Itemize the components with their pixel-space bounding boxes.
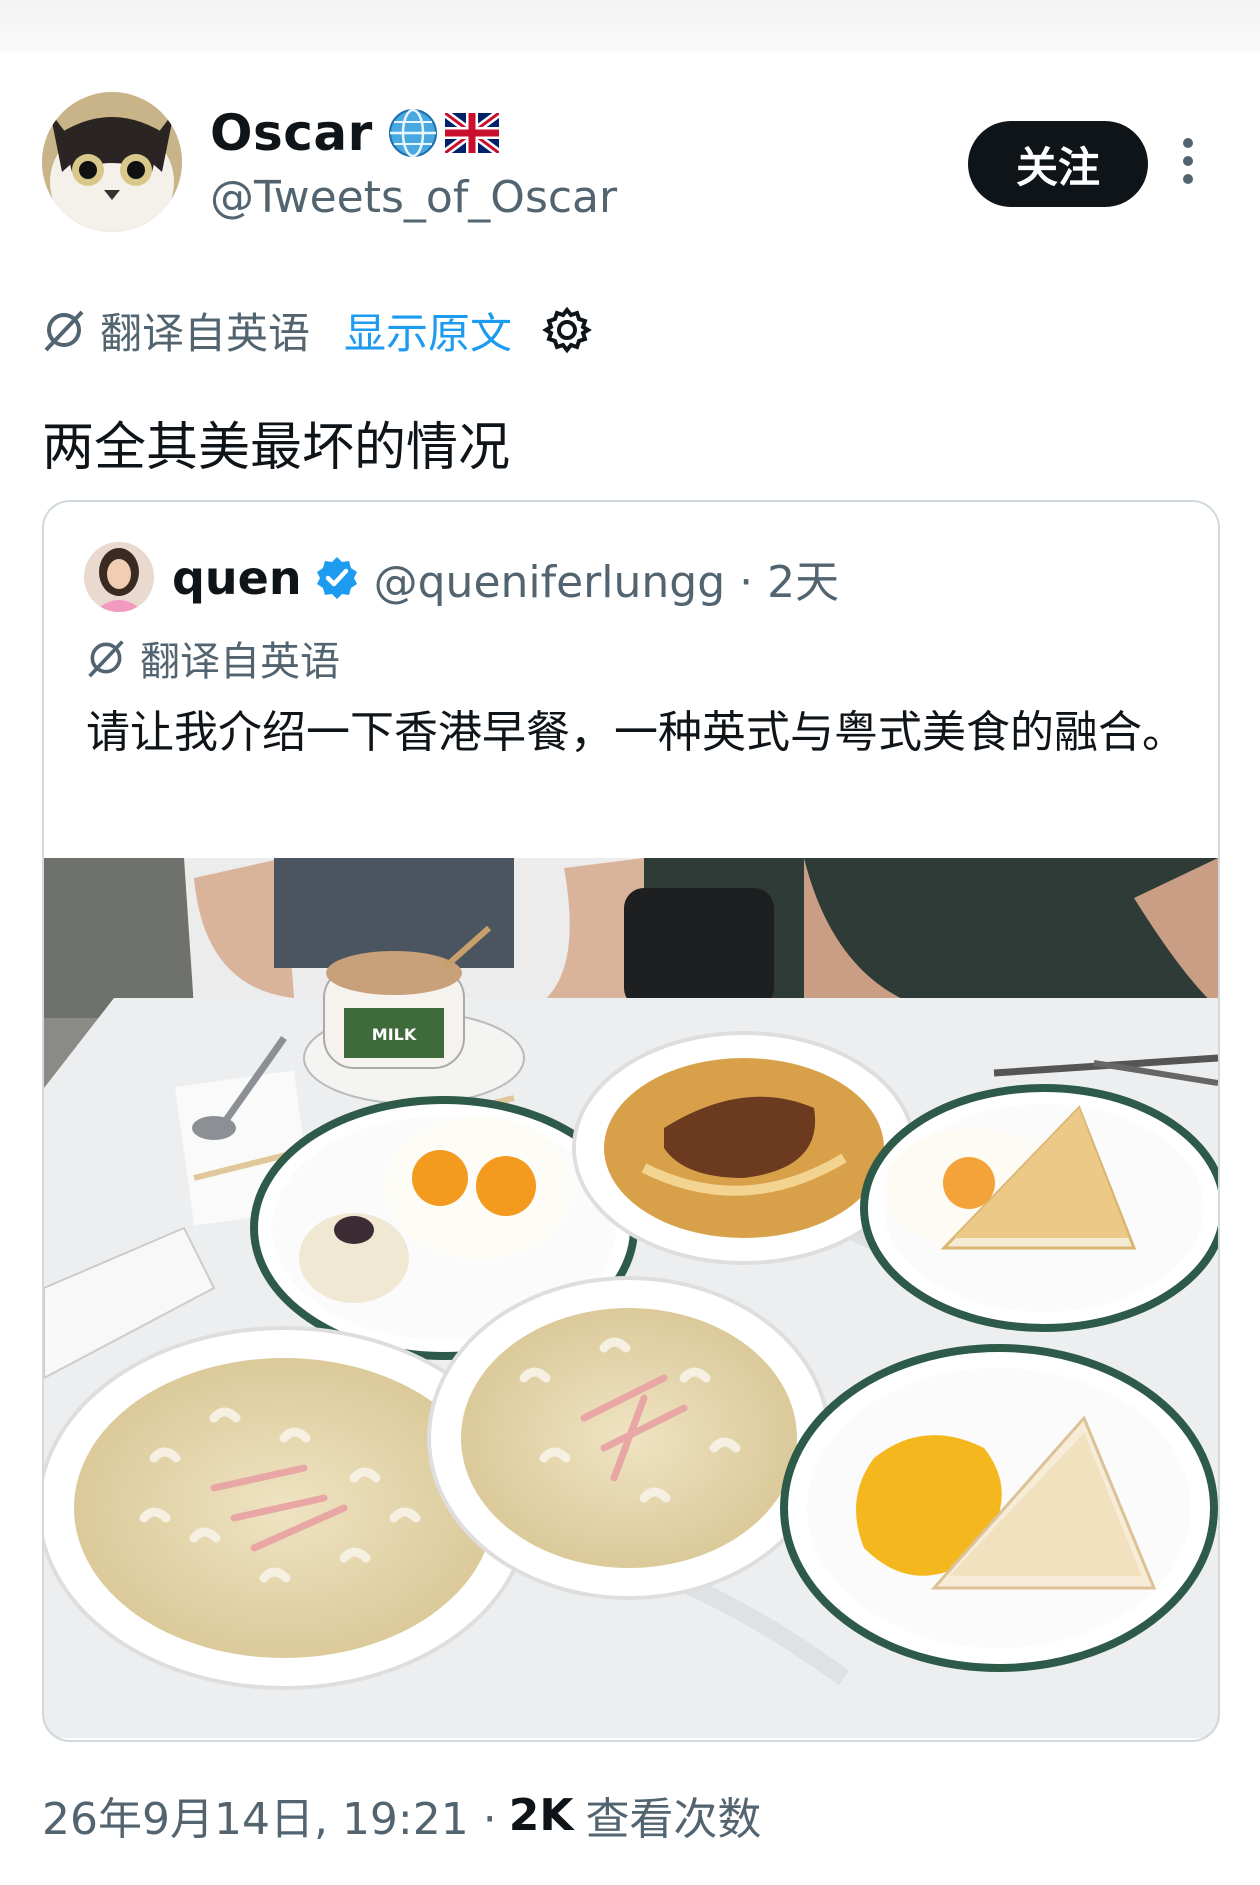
top-strip xyxy=(0,0,1260,52)
translate-icon xyxy=(44,310,84,352)
translation-bar: 翻译自英语 显示原文 xyxy=(42,300,592,360)
person-avatar-image xyxy=(84,542,154,612)
translate-icon xyxy=(88,640,124,678)
more-options-icon[interactable] xyxy=(1176,138,1200,188)
translated-from-label: 翻译自英语 xyxy=(100,308,311,358)
quote-name-row: quen @queniferlungg · 2天 xyxy=(172,546,839,610)
views-label: 查看次数 xyxy=(585,1794,762,1845)
cat-avatar-image xyxy=(42,92,182,232)
author-avatar[interactable] xyxy=(42,92,182,232)
gear-icon[interactable] xyxy=(542,305,592,355)
quoted-tweet-card[interactable]: quen @queniferlungg · 2天 翻译自英语 请让我介绍一下香港… xyxy=(42,500,1220,1742)
author-name-row: Oscar xyxy=(210,98,499,168)
quote-text: 请让我介绍一下香港早餐，一种英式与粤式美食的融合。 xyxy=(86,707,1186,758)
show-original-link[interactable]: 显示原文 xyxy=(344,300,512,361)
breakfast-photo-image: MILK xyxy=(44,858,1218,1738)
quote-author-avatar[interactable] xyxy=(84,542,154,612)
follow-button[interactable]: 关注 xyxy=(968,121,1148,207)
uk-flag-icon xyxy=(444,113,499,153)
globe-emoji-icon xyxy=(388,108,437,158)
quote-handle-and-time: @queniferlungg · 2天 xyxy=(373,557,840,608)
quote-translation-bar: 翻译自英语 xyxy=(86,630,340,686)
verified-badge-icon xyxy=(316,557,357,599)
author-handle[interactable]: @Tweets_of_Oscar xyxy=(210,172,617,223)
quote-display-name[interactable]: quen xyxy=(172,551,302,605)
author-display-name[interactable]: Oscar xyxy=(210,104,373,162)
tweet-meta-row: 26年9月14日, 19:21 · 2K 查看次数 xyxy=(42,1780,761,1850)
breakfast-photo[interactable]: MILK xyxy=(44,858,1218,1738)
views-count: 2K xyxy=(508,1789,574,1841)
svg-text:MILK: MILK xyxy=(372,1025,417,1044)
quote-translated-from-label: 翻译自英语 xyxy=(140,639,340,685)
tweet-timestamp[interactable]: 26年9月14日, 19:21 · xyxy=(42,1783,497,1847)
tweet-text: 两全其美最坏的情况 xyxy=(42,418,511,478)
